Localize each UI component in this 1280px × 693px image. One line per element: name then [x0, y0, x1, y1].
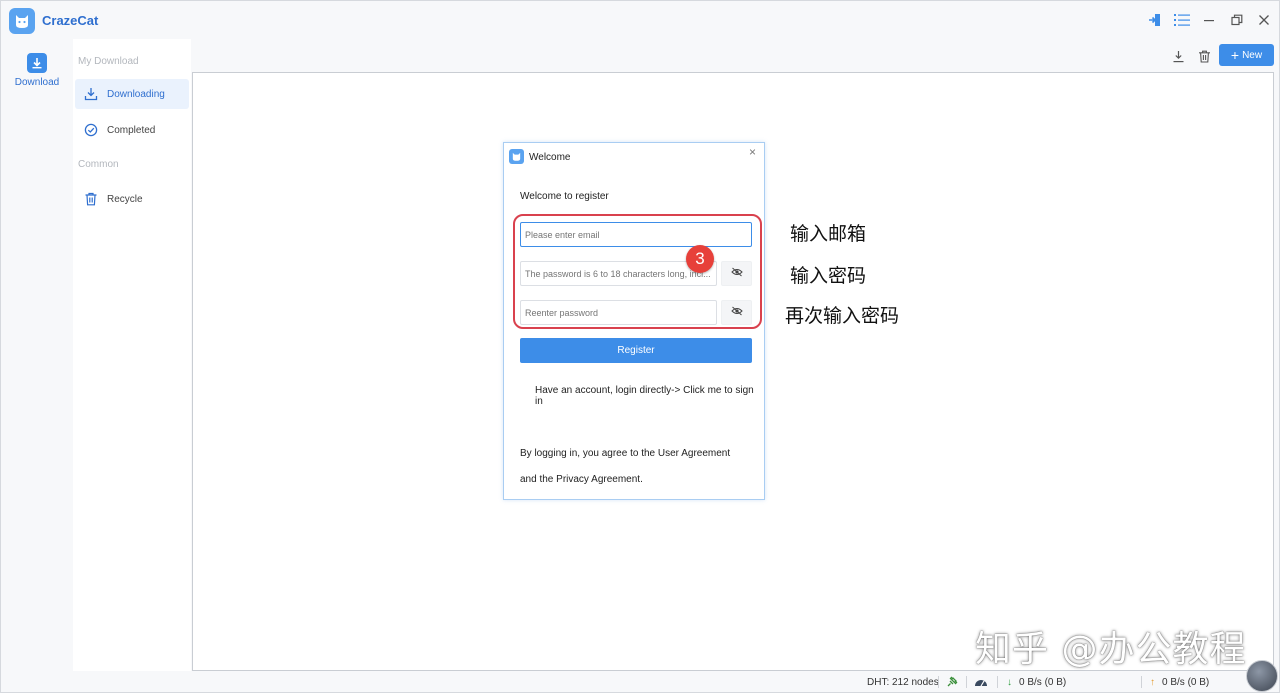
sidebar-item-label: Completed	[107, 124, 156, 136]
plug-icon[interactable]	[946, 676, 958, 691]
sidebar-item-completed[interactable]: Completed	[75, 115, 189, 145]
login-prompt-line: Have an account, login directly-> Click …	[535, 385, 764, 407]
section-title-common: Common	[78, 159, 119, 170]
section-title-my-download: My Download	[78, 56, 139, 67]
app-name: CrazeCat	[42, 13, 99, 28]
status-divider	[938, 676, 939, 688]
avatar[interactable]	[1246, 660, 1278, 692]
icon-rail: Download	[1, 39, 73, 671]
dialog-title: Welcome	[529, 152, 571, 163]
annotation-label-email: 输入邮箱	[790, 223, 867, 245]
annotation-highlight-box	[513, 214, 762, 329]
check-circle-icon	[83, 122, 99, 138]
status-divider	[966, 676, 967, 688]
download-icon	[83, 86, 99, 102]
trash-icon	[83, 191, 99, 207]
sidebar-item-label: Recycle	[107, 193, 143, 205]
download-box-icon	[27, 53, 47, 73]
register-button[interactable]: Register	[520, 338, 752, 363]
menu-list-icon[interactable]	[1172, 10, 1192, 30]
annotation-label-password: 输入密码	[790, 265, 867, 287]
title-bar: CrazeCat	[1, 1, 1279, 39]
delete-trash-icon[interactable]	[1194, 45, 1214, 67]
plus-icon: +	[1230, 47, 1240, 63]
dialog-header: Welcome ×	[504, 143, 764, 171]
sidebar: My Download Downloading Completed Common…	[73, 39, 191, 671]
sidebar-item-label: Downloading	[107, 88, 165, 100]
download-speed: 0 B/s (0 B)	[1019, 677, 1067, 688]
rail-item-download[interactable]: Download	[9, 53, 65, 97]
login-prompt-text: Have an account, login directly->	[535, 385, 681, 396]
close-icon[interactable]: ×	[749, 145, 756, 159]
annotation-label-reenter: 再次输入密码	[785, 305, 900, 327]
minimize-icon[interactable]	[1199, 10, 1219, 30]
upload-arrow-icon: ↑	[1150, 677, 1155, 688]
cat-logo-icon	[9, 8, 35, 34]
sidebar-item-recycle[interactable]: Recycle	[75, 184, 189, 214]
status-divider	[1141, 676, 1142, 688]
dht-status: DHT: 212 nodes	[867, 677, 939, 688]
import-download-icon[interactable]	[1168, 45, 1188, 67]
restore-icon[interactable]	[1227, 10, 1247, 30]
login-icon[interactable]	[1145, 10, 1165, 30]
new-task-button[interactable]: + New	[1219, 44, 1274, 66]
status-bar: DHT: 212 nodes ↓ 0 B/s (0 B) ↑ 0 B/s (0 …	[1, 672, 1279, 692]
sidebar-item-downloading[interactable]: Downloading	[75, 79, 189, 109]
app-window: CrazeCat Download My Download Downloadin…	[0, 0, 1280, 693]
upload-speed: 0 B/s (0 B)	[1162, 677, 1210, 688]
agreement-text-line1: By logging in, you agree to the User Agr…	[520, 448, 731, 459]
speed-gauge-icon[interactable]	[974, 676, 988, 691]
new-button-label: New	[1242, 49, 1263, 61]
close-window-icon[interactable]	[1254, 10, 1274, 30]
rail-label-download: Download	[14, 77, 60, 88]
status-divider	[997, 676, 998, 688]
agreement-text-line2: and the Privacy Agreement.	[520, 474, 643, 485]
cat-logo-icon	[509, 149, 524, 164]
dialog-subtitle: Welcome to register	[520, 191, 609, 202]
download-arrow-icon: ↓	[1007, 677, 1012, 688]
watermark-text: 知乎 @办公教程	[975, 629, 1247, 670]
step-badge: 3	[686, 245, 714, 273]
